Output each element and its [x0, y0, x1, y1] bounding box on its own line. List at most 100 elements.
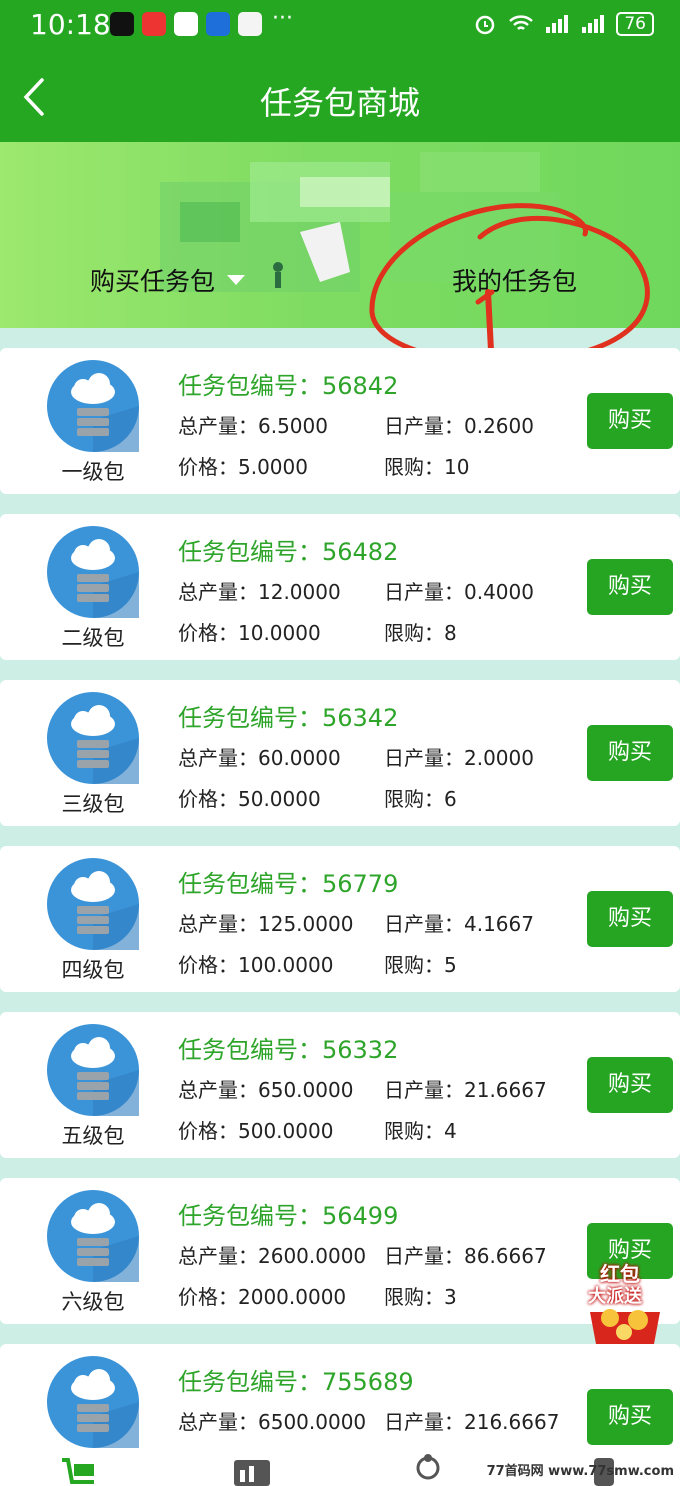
app-icon — [206, 12, 230, 36]
tiktok-icon — [110, 12, 134, 36]
price-label: 价格： — [178, 1119, 238, 1143]
red-packet-promo[interactable]: 红包 大派送 — [582, 1252, 668, 1348]
package-card: 四级包 任务包编号：56779 总产量：125.0000 日产量：4.1667 … — [0, 846, 680, 992]
total-output: 总产量：125.0000 — [178, 908, 353, 937]
team-icon[interactable] — [406, 1454, 450, 1486]
status-app-icons — [110, 12, 262, 36]
total-value: 125.0000 — [258, 912, 354, 936]
code-value: 56499 — [322, 1202, 399, 1230]
code-label: 任务包编号： — [178, 538, 322, 566]
total-label: 总产量： — [178, 746, 258, 770]
buy-button[interactable]: 购买 — [587, 891, 673, 947]
package-code: 任务包编号：56779 — [178, 864, 398, 899]
cloud-server-icon — [47, 1190, 139, 1282]
purchase-limit: 限购：6 — [384, 783, 457, 812]
price-label: 价格： — [178, 455, 238, 479]
total-output: 总产量：12.0000 — [178, 576, 341, 605]
price: 价格：50.0000 — [178, 783, 321, 812]
daily-value: 0.2600 — [464, 414, 534, 438]
package-code: 任务包编号：56482 — [178, 532, 398, 567]
total-value: 650.0000 — [258, 1078, 354, 1102]
daily-value: 0.4000 — [464, 580, 534, 604]
daily-value: 4.1667 — [464, 912, 534, 936]
buy-button[interactable]: 购买 — [587, 725, 673, 781]
package-code: 任务包编号：56332 — [178, 1030, 398, 1065]
signal-icon — [582, 15, 605, 33]
total-output: 总产量：650.0000 — [178, 1074, 353, 1103]
total-value: 2600.0000 — [258, 1244, 367, 1268]
limit-value: 3 — [444, 1285, 457, 1309]
buy-button[interactable]: 购买 — [587, 1057, 673, 1113]
total-value: 6.5000 — [258, 414, 328, 438]
cloud-server-icon — [47, 1356, 139, 1448]
price: 价格：500.0000 — [178, 1115, 333, 1144]
daily-label: 日产量： — [384, 1244, 464, 1268]
total-label: 总产量： — [178, 414, 258, 438]
daily-value: 216.6667 — [464, 1410, 560, 1434]
price: 价格：100.0000 — [178, 949, 333, 978]
buy-button[interactable]: 购买 — [587, 1389, 673, 1445]
app-icon — [142, 12, 166, 36]
price-label: 价格： — [178, 621, 238, 645]
more-notifications-icon: ··· — [272, 6, 293, 31]
daily-label: 日产量： — [384, 912, 464, 936]
total-output: 总产量：2600.0000 — [178, 1240, 366, 1269]
buy-button[interactable]: 购买 — [587, 559, 673, 615]
package-code: 任务包编号：56342 — [178, 698, 398, 733]
daily-value: 2.0000 — [464, 746, 534, 770]
total-output: 总产量：6500.0000 — [178, 1406, 366, 1435]
package-level: 六级包 — [61, 1290, 125, 1314]
total-label: 总产量： — [178, 1244, 258, 1268]
price-value: 10.0000 — [238, 621, 321, 645]
code-label: 任务包编号： — [178, 1202, 322, 1230]
wifi-icon — [509, 15, 534, 30]
price-value: 2000.0000 — [238, 1285, 347, 1309]
price: 价格：10.0000 — [178, 617, 321, 646]
total-value: 60.0000 — [258, 746, 341, 770]
code-label: 任务包编号： — [178, 372, 322, 400]
daily-label: 日产量： — [384, 1410, 464, 1434]
package-level: 三级包 — [61, 792, 125, 816]
cloud-server-icon — [47, 526, 139, 618]
daily-label: 日产量： — [384, 746, 464, 770]
code-value: 56482 — [322, 538, 399, 566]
package-card: 二级包 任务包编号：56482 总产量：12.0000 日产量：0.4000 价… — [0, 514, 680, 660]
limit-label: 限购： — [384, 1119, 444, 1143]
watermark: 77首码网 www.77smw.com — [486, 1464, 674, 1479]
total-value: 6500.0000 — [258, 1410, 367, 1434]
signal-icon — [546, 15, 569, 33]
app-icon — [174, 12, 198, 36]
daily-output: 日产量：0.4000 — [384, 576, 534, 605]
price: 价格：2000.0000 — [178, 1281, 346, 1310]
buy-button[interactable]: 购买 — [587, 393, 673, 449]
total-output: 总产量：60.0000 — [178, 742, 341, 771]
battery-indicator: 76 — [616, 12, 654, 36]
package-card: 一级包 任务包编号：56842 总产量：6.5000 日产量：0.2600 价格… — [0, 348, 680, 494]
code-value: 755689 — [322, 1368, 414, 1396]
daily-output: 日产量：2.0000 — [384, 742, 534, 771]
red-circle-annotation — [369, 203, 650, 373]
code-value: 56779 — [322, 870, 399, 898]
daily-value: 21.6667 — [464, 1078, 547, 1102]
total-value: 12.0000 — [258, 580, 341, 604]
code-value: 56342 — [322, 704, 399, 732]
cloud-server-icon — [47, 858, 139, 950]
price-value: 100.0000 — [238, 953, 334, 977]
status-bar: 10:18 ··· 76 — [0, 0, 680, 52]
limit-value: 6 — [444, 787, 457, 811]
daily-output: 日产量：21.6667 — [384, 1074, 547, 1103]
total-label: 总产量： — [178, 1078, 258, 1102]
chart-icon[interactable] — [230, 1454, 274, 1486]
package-level: 一级包 — [61, 460, 125, 484]
limit-label: 限购： — [384, 787, 444, 811]
daily-output: 日产量：86.6667 — [384, 1240, 547, 1269]
cloud-server-icon — [47, 360, 139, 452]
limit-label: 限购： — [384, 621, 444, 645]
daily-label: 日产量： — [384, 580, 464, 604]
page-title: 任务包商城 — [259, 84, 420, 122]
price: 价格：5.0000 — [178, 451, 308, 480]
limit-label: 限购： — [384, 1285, 444, 1309]
shop-cart-icon[interactable] — [58, 1454, 102, 1486]
limit-value: 10 — [444, 455, 470, 479]
purchase-limit: 限购：4 — [384, 1115, 457, 1144]
